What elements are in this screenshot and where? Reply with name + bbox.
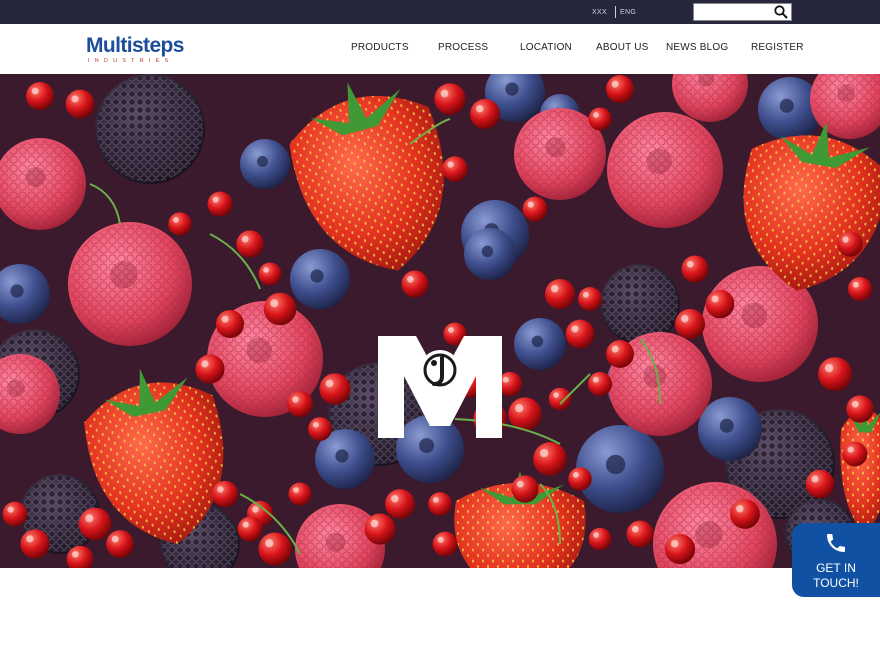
brand-name: Multisteps <box>86 34 184 57</box>
site-header: Multisteps INDUSTRIES PRODUCTS PROCESS L… <box>0 24 880 74</box>
nav-news-blog[interactable]: NEWS BLOG <box>666 42 728 53</box>
search-input[interactable] <box>697 6 771 19</box>
get-in-touch-button[interactable]: GET IN TOUCH! <box>792 523 880 597</box>
search-box <box>693 3 792 21</box>
berries-background-image <box>0 74 880 568</box>
nav-products[interactable]: PRODUCTS <box>351 42 409 53</box>
search-icon[interactable] <box>772 4 790 20</box>
language-option-xxx[interactable]: XXX <box>592 9 607 16</box>
nav-process[interactable]: PROCESS <box>438 42 488 53</box>
get-in-touch-label: GET IN TOUCH! <box>792 561 880 591</box>
phone-icon <box>824 531 848 555</box>
hero-banner <box>0 74 880 568</box>
nav-location[interactable]: LOCATION <box>520 42 572 53</box>
get-in-touch-line-1: GET IN <box>816 561 856 575</box>
top-bar: XXX ENG <box>0 0 880 24</box>
language-option-eng[interactable]: ENG <box>620 9 636 16</box>
brand-tagline: INDUSTRIES <box>88 58 174 64</box>
get-in-touch-line-2: TOUCH! <box>813 576 859 590</box>
page: XXX ENG Multisteps INDUSTRIES PRODUCTS P… <box>0 0 880 660</box>
nav-register[interactable]: REGISTER <box>751 42 804 53</box>
nav-about-us[interactable]: ABOUT US <box>596 42 649 53</box>
brand-emblem <box>378 336 502 438</box>
language-divider <box>615 6 616 18</box>
brand-logo[interactable]: Multisteps INDUSTRIES <box>86 34 218 68</box>
